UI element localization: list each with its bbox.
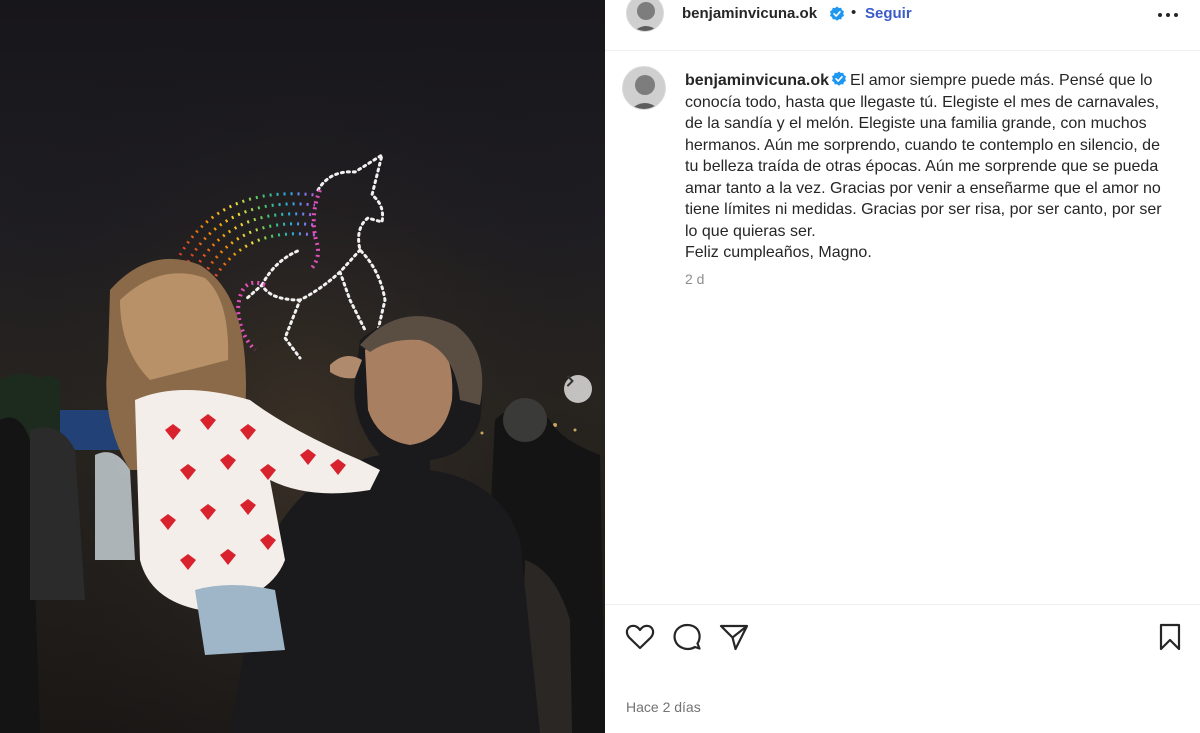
verified-badge-icon (832, 71, 847, 86)
caption-username[interactable]: benjaminvicuna.ok (685, 72, 829, 89)
avatar-image (623, 67, 665, 109)
relative-timestamp: 2 d (685, 271, 705, 287)
separator-dot: • (851, 4, 857, 21)
bookmark-icon[interactable] (1154, 621, 1186, 653)
verified-badge-icon (830, 6, 844, 21)
caption-avatar[interactable] (622, 66, 666, 110)
caption-text: El amor siempre puede más. Pensé que lo … (685, 72, 1162, 240)
caption-first-paragraph: benjaminvicuna.ok El amor siempre puede … (685, 70, 1165, 242)
heart-icon[interactable] (624, 621, 656, 653)
header-username[interactable]: benjaminvicuna.ok (682, 5, 817, 22)
caption-closing-line: Feliz cumpleaños, Magno. (685, 244, 872, 261)
chevron-right-icon (567, 375, 574, 387)
avatar-image (627, 0, 663, 31)
post-date: Hace 2 días (626, 699, 701, 715)
action-bar: Hace 2 días (605, 604, 1200, 733)
photo-illustration (0, 0, 605, 733)
post-header: benjaminvicuna.ok • Seguir (605, 0, 1200, 51)
comment-icon[interactable] (671, 621, 703, 653)
next-photo-button[interactable] (564, 375, 592, 403)
follow-button[interactable]: Seguir (865, 5, 912, 22)
more-options-icon[interactable] (1155, 6, 1181, 24)
post-photo[interactable] (0, 0, 605, 733)
post-caption: benjaminvicuna.ok El amor siempre puede … (685, 70, 1165, 264)
avatar[interactable] (626, 0, 664, 32)
share-paper-plane-icon[interactable] (718, 621, 750, 653)
post-side-panel: benjaminvicuna.ok • Seguir benjaminvicun… (605, 0, 1200, 733)
caption-section: benjaminvicuna.ok El amor siempre puede … (605, 52, 1200, 604)
